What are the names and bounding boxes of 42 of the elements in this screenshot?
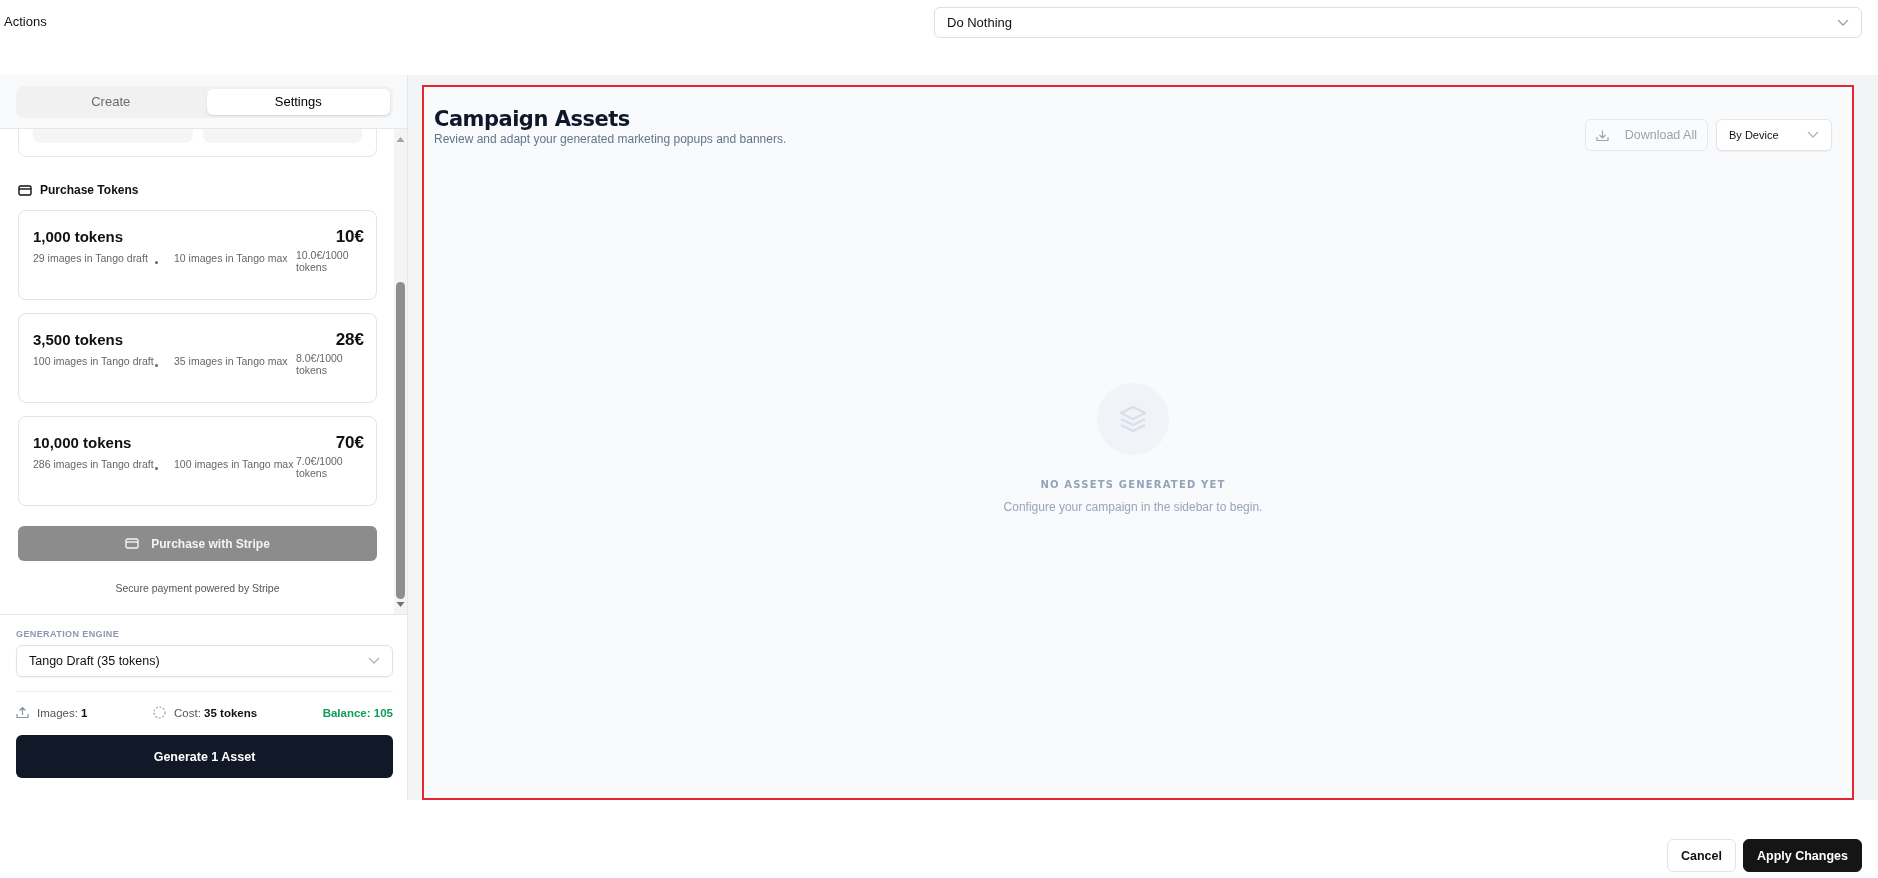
empty-state-title: NO ASSETS GENERATED YET <box>1040 479 1226 490</box>
package-rate: 7.0€/1000 tokens <box>296 455 344 479</box>
package-feature: 35 images in Tango max <box>174 354 289 368</box>
package-feature: 29 images in Tango draft <box>33 251 149 265</box>
cost-text: Cost: 35 tokens <box>174 706 258 719</box>
tab[interactable]: Settings <box>206 88 390 115</box>
tab[interactable]: Create <box>19 88 203 115</box>
apply-button[interactable]: Apply Changes <box>1743 839 1862 872</box>
cancel-button[interactable]: Cancel <box>1667 839 1736 872</box>
package-price: 70€ <box>335 433 364 453</box>
panel-title: Campaign Assets <box>434 107 631 131</box>
field-label: GENERATION ENGINE <box>16 629 121 639</box>
token-amount: 3,500 tokens <box>33 331 125 348</box>
empty-state-text: Configure your campaign in the sidebar to begin. <box>1003 500 1263 514</box>
actions-label: Actions <box>4 14 47 29</box>
package-feature: 100 images in Tango draft <box>33 354 155 368</box>
package-rate: 8.0€/1000 tokens <box>296 352 344 376</box>
balance-text: Balance: 105 <box>322 706 393 719</box>
generate-button[interactable]: Generate 1 Asset <box>16 735 393 778</box>
token-amount: 10,000 tokens <box>33 434 133 451</box>
package-feature: 286 images in Tango draft <box>33 457 155 471</box>
card-icon <box>18 184 32 196</box>
package-price: 28€ <box>335 330 364 350</box>
download-icon <box>1595 128 1609 142</box>
action-select[interactable]: Do Nothing <box>934 7 1862 38</box>
panel-subtitle: Review and adapt your generated marketing popups and banners. <box>434 132 787 146</box>
token-amount: 1,000 tokens <box>33 228 125 245</box>
chevron-down-icon <box>1807 131 1819 139</box>
package-rate: 10.0€/1000 tokens <box>296 249 350 273</box>
images-count: Images: 1 <box>37 706 88 719</box>
section-title: Purchase Tokens <box>40 183 139 197</box>
upload-icon <box>16 706 29 719</box>
card-icon <box>125 538 140 549</box>
view-select[interactable]: By Device <box>1716 119 1832 151</box>
chevron-down-icon <box>368 657 380 665</box>
engine-select[interactable]: Tango Draft (35 tokens) <box>16 645 393 677</box>
chevron-down-icon <box>1837 18 1849 27</box>
payment-note: Secure payment powered by Stripe <box>114 582 281 594</box>
package-feature: 100 images in Tango max <box>174 457 295 471</box>
package-price: 10€ <box>335 227 364 247</box>
dashed-circle-icon <box>153 706 167 719</box>
package-feature: 10 images in Tango max <box>174 251 289 265</box>
